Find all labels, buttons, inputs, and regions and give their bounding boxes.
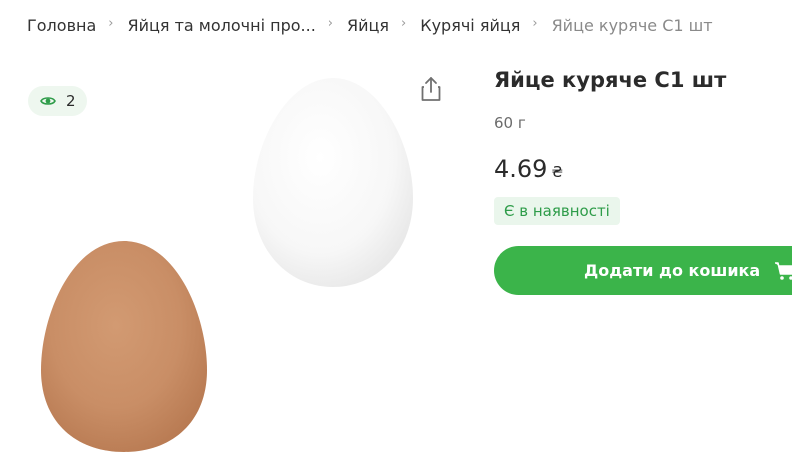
chevron-right-icon: ›: [108, 15, 114, 31]
breadcrumb-current: Яйце куряче С1 шт: [551, 15, 713, 35]
product-image[interactable]: [30, 70, 460, 462]
product-price: 4.69 ₴: [494, 155, 563, 183]
add-to-cart-label: Додати до кошика: [584, 261, 761, 280]
breadcrumb-chicken-eggs[interactable]: Курячі яйця: [420, 16, 520, 35]
views-badge: 2: [28, 86, 87, 116]
views-count: 2: [66, 92, 76, 110]
eye-icon: [40, 92, 56, 111]
breadcrumb-eggs-dairy[interactable]: Яйця та молочні про...: [127, 16, 315, 35]
add-to-cart-button[interactable]: Додати до кошика: [494, 246, 792, 295]
stock-status-badge: Є в наявності: [494, 197, 620, 225]
share-button[interactable]: [418, 77, 444, 105]
price-value: 4.69: [494, 155, 548, 183]
breadcrumb-home[interactable]: Головна: [27, 16, 96, 35]
product-weight: 60 г: [494, 114, 526, 132]
breadcrumb: Головна › Яйця та молочні про... › Яйця …: [27, 14, 713, 36]
share-icon: [420, 76, 442, 106]
price-currency: ₴: [551, 163, 564, 181]
breadcrumb-eggs[interactable]: Яйця: [347, 16, 389, 35]
chevron-right-icon: ›: [401, 15, 407, 31]
chevron-right-icon: ›: [532, 15, 538, 31]
product-title: Яйце куряче С1 шт: [494, 68, 727, 92]
cart-icon: [774, 261, 792, 281]
chevron-right-icon: ›: [327, 15, 333, 31]
